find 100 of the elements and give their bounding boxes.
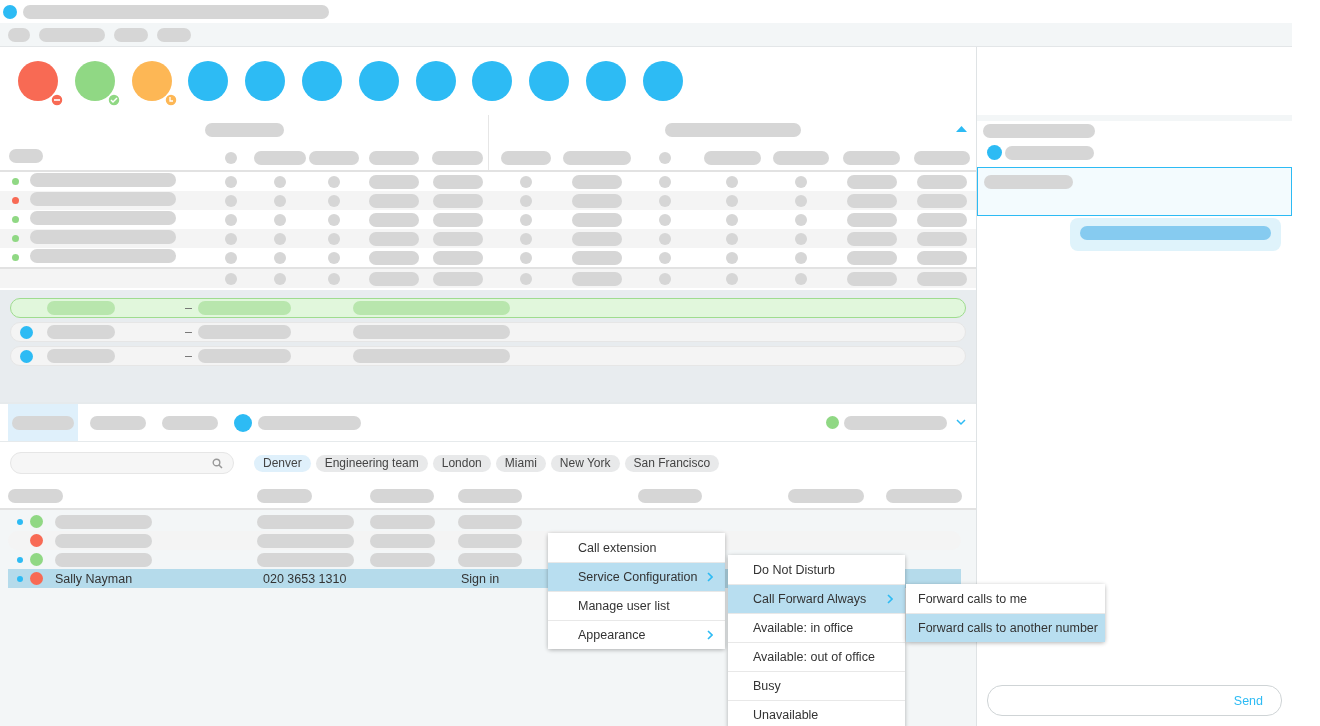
redacted-dot — [519, 194, 532, 207]
redacted-text — [8, 27, 30, 42]
redacted-dot — [327, 272, 340, 285]
redacted-dot — [327, 232, 340, 245]
avatar-icon — [20, 325, 33, 339]
redacted-dot — [273, 251, 286, 264]
menu-item[interactable]: Appearance — [548, 620, 725, 649]
redacted-text — [458, 489, 522, 503]
redacted-dot — [726, 251, 738, 264]
redacted-dot — [225, 232, 237, 245]
redacted-text — [571, 250, 622, 265]
redacted-dot — [519, 213, 532, 226]
collapse-triangle-icon[interactable] — [956, 125, 967, 133]
status-button[interactable] — [188, 61, 229, 101]
filter-tag[interactable]: San Francisco — [624, 454, 720, 472]
redacted-text — [90, 415, 146, 430]
redacted-text — [9, 149, 43, 163]
redacted-dot — [273, 175, 286, 188]
redacted-text — [8, 489, 63, 503]
redacted-dot — [225, 194, 237, 207]
filter-tag[interactable]: Miami — [495, 454, 546, 472]
redacted-text — [368, 150, 419, 165]
redacted-dot — [519, 251, 532, 264]
redacted-text — [846, 212, 897, 227]
panel-tab[interactable] — [8, 404, 78, 441]
redacted-dot — [519, 232, 532, 245]
filter-tag[interactable]: Denver — [254, 454, 311, 472]
conversation-item[interactable] — [977, 167, 1292, 216]
chevron-down-icon[interactable] — [956, 419, 966, 426]
redacted-text — [843, 150, 900, 165]
redacted-text — [47, 349, 115, 363]
status-button[interactable] — [302, 61, 342, 101]
redacted-text — [571, 174, 622, 189]
redacted-text — [12, 415, 74, 430]
phone-number: 020 3653 1310 — [262, 571, 348, 586]
menu-item[interactable]: Busy — [728, 671, 905, 700]
status-button[interactable] — [18, 61, 58, 101]
menu-item[interactable]: Forward calls to another number — [906, 613, 1105, 642]
redacted-text — [846, 231, 897, 246]
menu-item[interactable]: Call Forward Always — [728, 584, 905, 613]
status-button[interactable] — [131, 61, 172, 101]
filter-tag[interactable]: New York — [550, 454, 620, 472]
redacted-text — [500, 150, 551, 165]
redacted-text — [370, 489, 434, 503]
status-button[interactable] — [472, 61, 513, 101]
redacted-dot — [225, 272, 237, 285]
redacted-text — [458, 514, 522, 529]
redacted-text — [562, 150, 631, 165]
redacted-text — [458, 533, 522, 548]
menu-item[interactable]: Available: out of office — [728, 642, 905, 671]
redacted-dot — [795, 251, 807, 264]
menu-item[interactable]: Do Not Disturb — [728, 555, 905, 584]
redacted-text — [571, 231, 622, 246]
redacted-text — [253, 150, 306, 165]
status-button[interactable] — [529, 61, 570, 101]
sign-in-status: Sign in — [460, 571, 500, 586]
redacted-dot — [795, 272, 807, 285]
redacted-text — [703, 150, 761, 165]
redacted-text — [916, 193, 967, 208]
call-row[interactable]: – — [10, 298, 966, 318]
status-button[interactable] — [585, 61, 626, 101]
redacted-dot — [726, 272, 738, 285]
redacted-dot — [659, 272, 671, 285]
status-button[interactable] — [415, 61, 456, 101]
redacted-dot — [726, 232, 738, 245]
status-button[interactable] — [358, 61, 399, 101]
menu-item[interactable]: Available: in office — [728, 613, 905, 642]
redacted-dot — [795, 175, 807, 188]
redacted-text — [916, 231, 967, 246]
redacted-dot — [659, 151, 671, 164]
search-field[interactable] — [10, 452, 234, 474]
status-button[interactable] — [245, 61, 286, 101]
filter-tag[interactable]: Engineering team — [315, 454, 428, 472]
redacted-dot — [659, 251, 671, 264]
redacted-text — [916, 174, 967, 189]
status-button[interactable] — [642, 61, 683, 101]
redacted-text — [368, 174, 419, 189]
redacted-dot — [273, 213, 286, 226]
call-row[interactable]: – — [10, 322, 966, 342]
menu-item[interactable]: Call extension — [548, 533, 725, 562]
redacted-text — [47, 325, 115, 339]
redacted-dot — [659, 213, 671, 226]
redacted-dot — [327, 175, 340, 188]
menu-item[interactable]: Forward calls to me — [906, 584, 1105, 613]
menu-item[interactable]: Service Configuration — [548, 562, 725, 591]
redacted-dot — [273, 272, 286, 285]
status-button[interactable] — [74, 61, 115, 101]
redacted-dot — [726, 213, 738, 226]
filter-tag[interactable]: London — [432, 454, 491, 472]
redacted-text — [257, 489, 312, 503]
redacted-text — [432, 150, 483, 165]
menu-item[interactable]: Unavailable — [728, 700, 905, 726]
redacted-dot — [659, 175, 671, 188]
menu-item[interactable]: Manage user list — [548, 591, 725, 620]
redacted-text — [773, 150, 829, 165]
redacted-dot — [327, 194, 340, 207]
redacted-text — [846, 174, 897, 189]
user-name: Sally Nayman — [55, 571, 134, 586]
call-row[interactable]: – — [10, 346, 966, 366]
redacted-text — [458, 552, 522, 567]
